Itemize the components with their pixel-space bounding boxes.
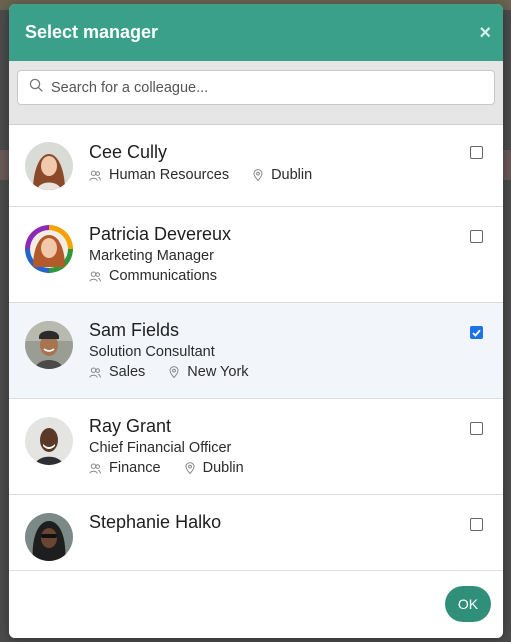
search-icon — [29, 78, 43, 97]
list-item[interactable]: Ray Grant Chief Financial Officer Financ… — [9, 399, 503, 495]
person-department: Human Resources — [109, 167, 230, 183]
person-job-title: Solution Consultant — [89, 344, 215, 360]
search-field[interactable] — [17, 70, 495, 105]
person-location: New York — [187, 364, 249, 380]
person-meta: Human Resources Dublin — [89, 167, 503, 183]
person-name: Stephanie Halko — [89, 512, 222, 532]
person-name: Cee Cully — [89, 142, 168, 162]
background-accent-right — [502, 150, 511, 180]
avatar — [25, 225, 73, 273]
person-location: Dublin — [271, 167, 313, 183]
colleague-list: Cee Cully Human Resources Dublin Patrici… — [9, 125, 503, 571]
person-department: Sales — [109, 364, 146, 380]
ok-button[interactable]: OK — [445, 586, 491, 622]
dialog-title: Select manager — [25, 22, 159, 42]
list-item[interactable]: Cee Cully Human Resources Dublin — [9, 125, 503, 207]
list-item[interactable]: Stephanie Halko — [9, 495, 503, 571]
location-pin-icon — [185, 462, 195, 474]
people-icon — [89, 271, 101, 282]
avatar — [25, 321, 73, 369]
select-checkbox[interactable] — [470, 326, 483, 339]
avatar — [25, 417, 73, 465]
person-meta: Communications — [89, 268, 503, 284]
person-department: Finance — [109, 460, 161, 476]
avatar — [25, 142, 73, 190]
list-item[interactable]: Sam Fields Solution Consultant Sales New… — [9, 303, 503, 399]
select-checkbox[interactable] — [470, 146, 483, 159]
person-meta: Finance Dublin — [89, 460, 503, 476]
search-bar — [9, 61, 503, 125]
list-item[interactable]: Patricia Devereux Marketing Manager Comm… — [9, 207, 503, 303]
person-name: Sam Fields — [89, 320, 180, 340]
search-input[interactable] — [51, 79, 471, 96]
location-pin-icon — [253, 169, 263, 181]
location-pin-icon — [169, 366, 179, 378]
people-icon — [89, 367, 101, 378]
person-name: Patricia Devereux — [89, 224, 232, 244]
select-manager-dialog: Select manager × C — [9, 4, 503, 638]
person-job-title: Chief Financial Officer — [89, 440, 232, 456]
close-button[interactable]: × — [479, 23, 491, 43]
person-meta: Sales New York — [89, 364, 503, 380]
checkmark-icon — [472, 329, 481, 337]
dialog-footer: OK — [9, 570, 503, 638]
person-location: Dublin — [202, 460, 244, 476]
select-checkbox[interactable] — [470, 422, 483, 435]
person-job-title: Marketing Manager — [89, 248, 214, 264]
select-checkbox[interactable] — [470, 518, 483, 531]
people-icon — [89, 463, 101, 474]
avatar — [25, 513, 73, 561]
person-department: Communications — [109, 268, 217, 284]
dialog-header: Select manager × — [9, 4, 503, 61]
person-name: Ray Grant — [89, 416, 172, 436]
background-accent-left — [0, 150, 9, 180]
people-icon — [89, 170, 101, 181]
select-checkbox[interactable] — [470, 230, 483, 243]
